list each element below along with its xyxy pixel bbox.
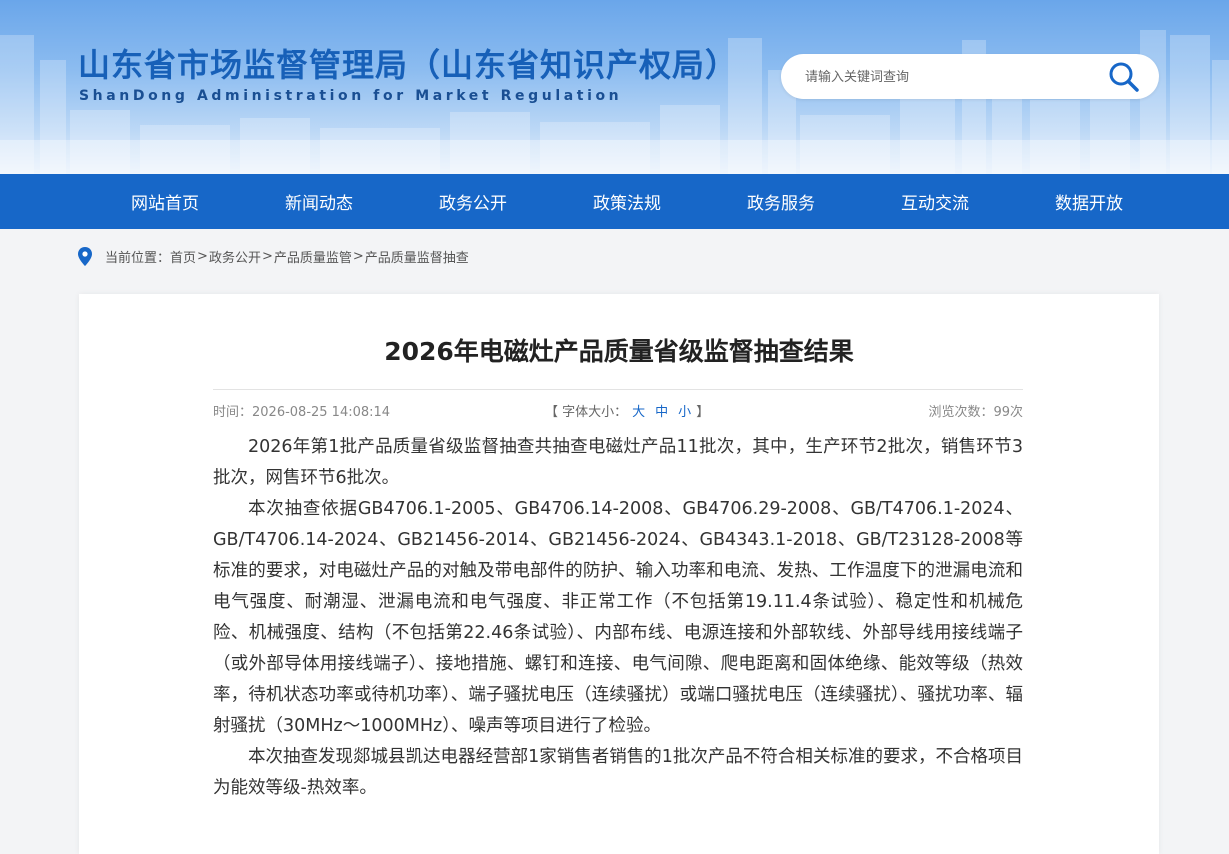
site-subtitle-english: ShanDong Administration for Market Regul… — [79, 88, 623, 104]
site-title: 山东省市场监督管理局（山东省知识产权局） — [78, 46, 739, 84]
article-card: 2026年电磁灶产品质量省级监督抽查结果 时间：2026-08-25 14:08… — [79, 294, 1159, 854]
article-paragraph: 本次抽查发现郯城县凯达电器经营部1家销售者销售的1批次产品不符合相关标准的要求，… — [213, 747, 1023, 798]
nav-item-news[interactable]: 新闻动态 — [242, 189, 396, 214]
nav-item-government-affairs[interactable]: 政务公开 — [396, 189, 550, 214]
article-title: 2026年电磁灶产品质量省级监督抽查结果 — [384, 337, 854, 366]
font-size-medium[interactable]: 中 — [655, 405, 668, 420]
breadcrumb-government-affairs[interactable]: 政务公开 — [209, 247, 261, 266]
font-size-small[interactable]: 小 — [678, 405, 691, 420]
search-icon — [1109, 62, 1139, 92]
publish-time: 时间：2026-08-25 14:08:14 — [213, 405, 391, 420]
breadcrumb-quality-inspection[interactable]: 产品质量监督抽查 — [365, 247, 469, 266]
breadcrumb-prefix: 当前位置： — [105, 251, 171, 266]
font-size-control: 【 字体大小： 大中小】 — [545, 401, 709, 420]
breadcrumb-separator: > — [261, 249, 273, 264]
view-count: 浏览次数：99次 — [928, 405, 1023, 420]
breadcrumb-quality-supervision[interactable]: 产品质量监管 — [274, 247, 352, 266]
search-button[interactable] — [1107, 60, 1141, 94]
main-nav: 网站首页 新闻动态 政务公开 政策法规 政务服务 互动交流 数据开放 — [0, 174, 1229, 229]
header-banner: 山东省市场监督管理局（山东省知识产权局） ShanDong Administra… — [0, 0, 1229, 174]
font-size-large[interactable]: 大 — [632, 405, 645, 420]
location-pin-icon — [78, 247, 92, 266]
nav-item-services[interactable]: 政务服务 — [704, 189, 858, 214]
nav-item-policies[interactable]: 政策法规 — [550, 189, 704, 214]
search-box — [781, 54, 1159, 101]
font-size-end: 】 — [696, 405, 710, 420]
nav-item-home[interactable]: 网站首页 — [88, 189, 242, 214]
breadcrumb-home[interactable]: 首页 — [170, 247, 196, 266]
nav-item-interaction[interactable]: 互动交流 — [858, 189, 1012, 214]
article-meta: 时间：2026-08-25 14:08:14 【 字体大小： 大中小】 浏览次数：… — [213, 389, 1023, 427]
article-paragraph: 2026年第1批产品质量省级监督抽查共抽查电磁灶产品11批次，其中，生产环节2批… — [213, 437, 1023, 488]
font-size-label: 【 字体大小： — [545, 405, 628, 420]
search-input[interactable] — [803, 54, 1097, 101]
breadcrumb: 当前位置： 首页 > 政务公开 > 产品质量监管 > 产品质量监督抽查 — [78, 247, 469, 266]
breadcrumb-separator: > — [352, 249, 364, 264]
breadcrumb-separator: > — [197, 249, 208, 264]
article-paragraph: 本次抽查依据GB4706.1-2005、GB4706.14-2008、GB470… — [213, 499, 1023, 736]
article-body: 2026年第1批产品质量省级监督抽查共抽查电磁灶产品11批次，其中，生产环节2批… — [213, 432, 1023, 804]
nav-item-open-data[interactable]: 数据开放 — [1012, 189, 1166, 214]
